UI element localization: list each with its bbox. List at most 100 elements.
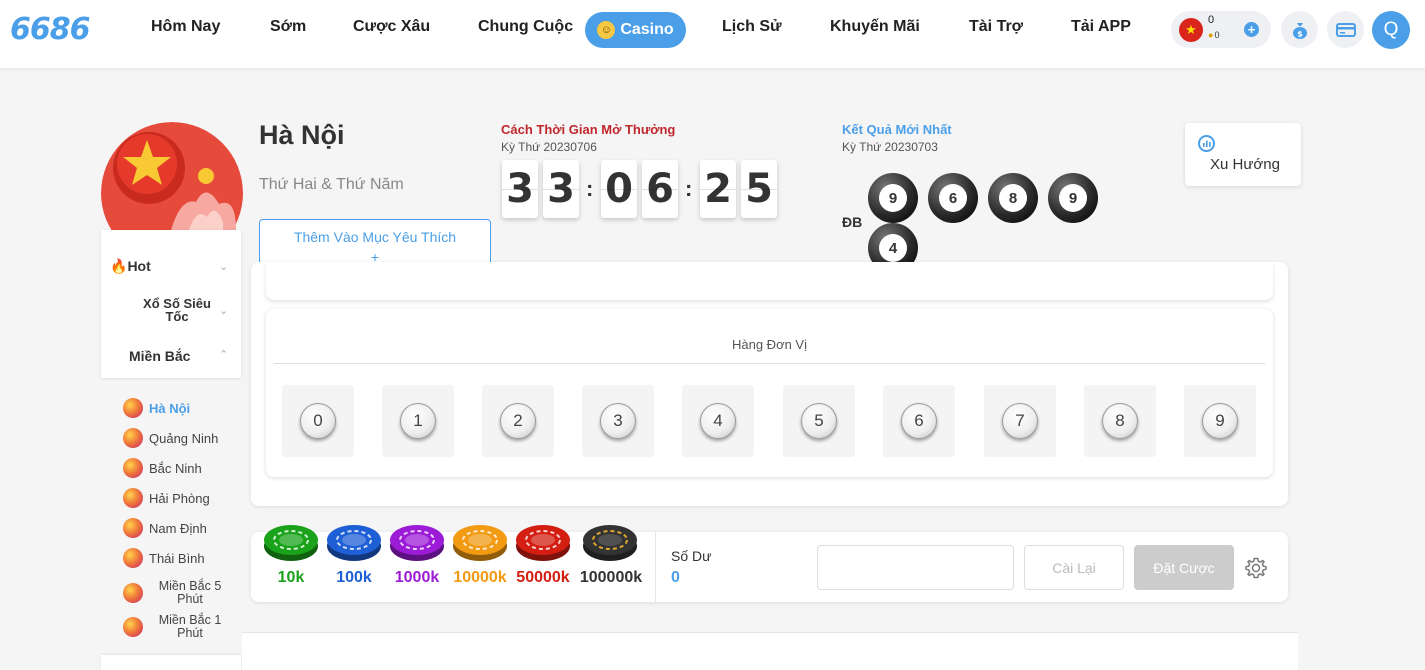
countdown-digit: 6 xyxy=(642,160,678,218)
sidebar-item-nam-dinh[interactable]: Nam Định xyxy=(123,517,207,539)
top-navbar: 6686 Hôm Nay Sớm Cược Xâu Chung Cuộc ☺ C… xyxy=(0,0,1425,68)
chip-label: 100000k xyxy=(579,569,643,586)
countdown-title: Cách Thời Gian Mở Thưởng xyxy=(501,122,676,137)
lottery-icon xyxy=(123,458,143,478)
deposit-plus-icon[interactable]: + xyxy=(1244,22,1259,37)
sidebar-item-bac-ninh[interactable]: Bắc Ninh xyxy=(123,457,202,479)
units-digit-card: Hàng Đơn Vị 0 1 2 3 4 5 6 7 8 9 xyxy=(266,309,1273,477)
poker-chip-icon xyxy=(583,525,637,561)
number-option[interactable]: 1 xyxy=(382,385,454,457)
number-option[interactable]: 6 xyxy=(883,385,955,457)
trend-chart-icon xyxy=(1198,135,1215,152)
coin-icon: ●0 xyxy=(1208,30,1220,40)
sidebar-item-mien-bac-5-phut[interactable]: Miền Bắc 5 Phút xyxy=(123,579,225,607)
poker-chip-icon xyxy=(453,525,507,561)
sidebar-category-super-speed[interactable]: Xổ Số Siêu Tốc xyxy=(139,297,215,323)
result-ball: 9 xyxy=(1048,173,1098,223)
result-ball: 8 xyxy=(988,173,1038,223)
balance-value: 0 xyxy=(671,569,680,586)
chip-1000k[interactable] xyxy=(389,522,445,562)
lottery-icon xyxy=(123,518,143,538)
nav-cuoc-xau[interactable]: Cược Xâu xyxy=(353,18,430,36)
add-favorite-label: Thêm Vào Mục Yêu Thích xyxy=(293,229,457,245)
nav-chung-cuoc[interactable]: Chung Cuộc xyxy=(478,18,573,36)
sidebar-item-mien-bac-1-phut[interactable]: Miền Bắc 1 Phút xyxy=(123,613,225,641)
number-option[interactable]: 8 xyxy=(1084,385,1156,457)
countdown-separator: : xyxy=(586,176,594,201)
lottery-icon xyxy=(123,583,143,603)
result-ball: 9 xyxy=(868,173,918,223)
bet-amount-input[interactable] xyxy=(817,545,1014,590)
chip-label: 10k xyxy=(277,569,305,586)
poker-chip-icon xyxy=(516,525,570,561)
nav-casino-label: Casino xyxy=(620,21,674,38)
sidebar-footer xyxy=(101,655,241,670)
number-option[interactable]: 9 xyxy=(1184,385,1256,457)
gear-icon[interactable] xyxy=(1244,556,1268,580)
chip-100k[interactable] xyxy=(326,522,382,562)
wallet-widget[interactable]: ★ 0 ●0 + xyxy=(1171,11,1271,48)
money-bag-button[interactable]: $ xyxy=(1281,11,1318,48)
chevron-up-icon[interactable]: ⌃ xyxy=(219,348,228,361)
card-button[interactable] xyxy=(1327,11,1364,48)
balance-label: Số Dư xyxy=(671,548,712,564)
countdown-digit: 3 xyxy=(543,160,579,218)
lottery-logo xyxy=(101,122,243,230)
trend-label: Xu Hướng xyxy=(1210,156,1280,173)
sidebar-category-mien-bac[interactable]: Miền Bắc xyxy=(129,348,190,364)
divider xyxy=(274,363,1265,364)
lottery-icon xyxy=(123,548,143,568)
sidebar-category-hot[interactable]: 🔥Hot xyxy=(110,258,151,275)
number-option[interactable]: 3 xyxy=(582,385,654,457)
poker-chip-icon xyxy=(327,525,381,561)
nav-hom-nay[interactable]: Hôm Nay xyxy=(151,18,220,36)
reset-button[interactable]: Cài Lại xyxy=(1024,545,1124,590)
chip-label: 10000k xyxy=(453,569,507,586)
draw-schedule: Thứ Hai & Thứ Năm xyxy=(259,176,404,193)
latest-result-title: Kết Quả Mới Nhất xyxy=(842,122,952,137)
place-bet-button[interactable]: Đặt Cược xyxy=(1134,545,1234,590)
sidebar-item-quang-ninh[interactable]: Quảng Ninh xyxy=(123,427,218,449)
credit-card-icon xyxy=(1335,22,1356,37)
chip-10k[interactable] xyxy=(263,522,319,562)
countdown-digit: 0 xyxy=(601,160,637,218)
chip-label: 50000k xyxy=(516,569,570,586)
previous-digit-card xyxy=(266,262,1273,300)
chevron-down-icon[interactable]: ⌄ xyxy=(219,304,228,317)
sidebar-item-hai-phong[interactable]: Hải Phòng xyxy=(123,487,210,509)
poker-chip-icon xyxy=(390,525,444,561)
nav-tai-tro[interactable]: Tài Trợ xyxy=(969,18,1023,36)
chip-50000k[interactable] xyxy=(515,522,571,562)
brand-logo[interactable]: 6686 xyxy=(10,12,90,47)
chip-label: 100k xyxy=(336,569,372,586)
number-option[interactable]: 2 xyxy=(482,385,554,457)
nav-tai-app[interactable]: Tải APP xyxy=(1071,18,1131,36)
result-ball: 6 xyxy=(928,173,978,223)
chip-10000k[interactable] xyxy=(452,522,508,562)
latest-result-period[interactable]: Kỳ Thứ 20230703 xyxy=(842,140,938,154)
sidebar-item-thai-binh[interactable]: Thái Bình xyxy=(123,547,205,569)
number-option[interactable]: 5 xyxy=(783,385,855,457)
user-avatar[interactable]: Q xyxy=(1372,11,1410,49)
number-option[interactable]: 0 xyxy=(282,385,354,457)
trend-button[interactable]: Xu Hướng xyxy=(1185,123,1301,186)
sidebar-list: Hà Nội Quảng Ninh Bắc Ninh Hải Phòng Nam… xyxy=(101,380,241,652)
nav-lich-su[interactable]: Lịch Sử xyxy=(722,18,782,36)
svg-text:$: $ xyxy=(1297,29,1303,38)
fire-icon: 🔥 xyxy=(110,258,128,274)
nav-casino[interactable]: ☺ Casino xyxy=(585,12,686,48)
sidebar-item-ha-noi[interactable]: Hà Nội xyxy=(123,397,190,419)
chevron-down-icon[interactable]: ⌄ xyxy=(219,260,228,273)
lottery-icon xyxy=(123,617,143,637)
number-option[interactable]: 7 xyxy=(984,385,1056,457)
countdown-digit: 2 xyxy=(700,160,736,218)
wallet-coin-balance: 0 xyxy=(1214,30,1220,40)
number-option[interactable]: 4 xyxy=(682,385,754,457)
countdown-period: Kỳ Thứ 20230706 xyxy=(501,140,597,154)
nav-khuyen-mai[interactable]: Khuyến Mãi xyxy=(830,18,920,36)
lottery-icon xyxy=(123,428,143,448)
countdown-digit: 3 xyxy=(502,160,538,218)
chip-100000k[interactable] xyxy=(582,522,638,562)
nav-som[interactable]: Sớm xyxy=(270,18,306,36)
page-footer xyxy=(242,632,1298,670)
